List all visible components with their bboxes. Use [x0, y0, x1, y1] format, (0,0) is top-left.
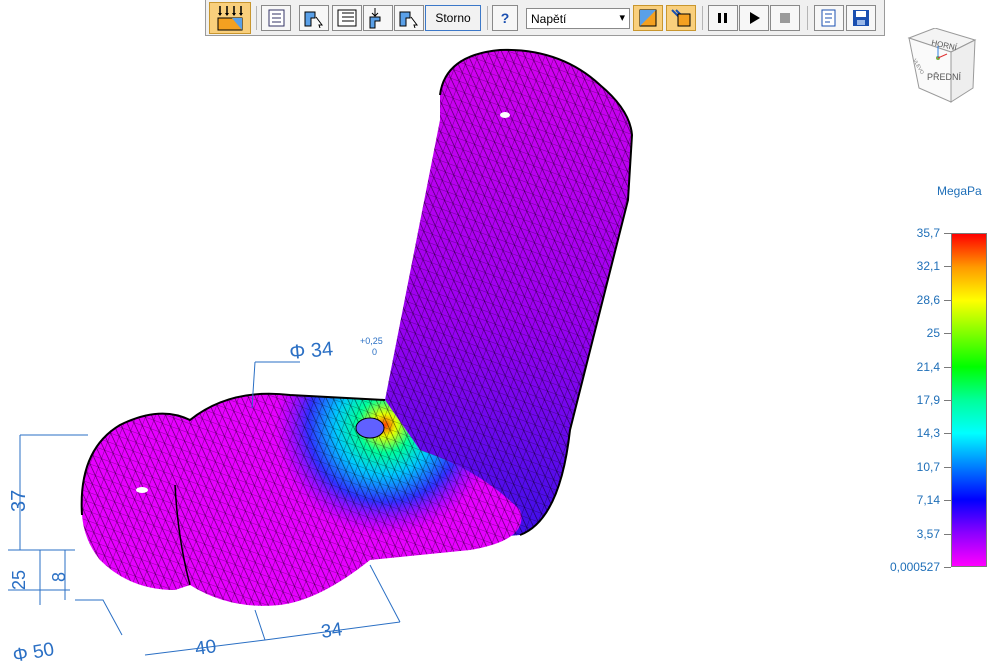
play-icon: [750, 12, 760, 24]
legend-tick-mark: [944, 367, 951, 368]
legend-tick-label: 21,4: [916, 359, 940, 374]
chevron-down-icon: ▾: [619, 12, 625, 24]
view-cube[interactable]: HORNÍ PŘEDNÍ VLEVO: [905, 28, 977, 104]
simulation-toolbar: Storno ? Napětí ▾: [205, 0, 885, 36]
legend-tick-mark: [944, 433, 951, 434]
dim-height: 37: [8, 490, 30, 512]
stop-button[interactable]: [770, 5, 800, 31]
contour-edges-icon: [671, 9, 691, 27]
dim-25: 25: [9, 570, 29, 590]
help-icon: ?: [500, 10, 510, 26]
legend-tick-label: 28,6: [916, 292, 940, 307]
contour-shaded-button[interactable]: [633, 5, 663, 31]
legend-tick-label: 7,14: [916, 493, 940, 508]
result-type-select[interactable]: Napětí ▾: [526, 8, 630, 29]
results-list-button[interactable]: [261, 5, 291, 31]
help-button[interactable]: ?: [492, 5, 518, 31]
probe-cursor-button[interactable]: [394, 5, 424, 31]
storno-button[interactable]: Storno: [425, 5, 481, 31]
legend-tick-label: 0,000527: [889, 560, 940, 574]
pause-button[interactable]: [708, 5, 738, 31]
contour-shaded-icon: [639, 9, 657, 27]
legend-tick-mark: [944, 333, 951, 334]
report-icon: [821, 9, 836, 27]
fixed-constraint-button[interactable]: [363, 5, 393, 31]
legend-color-bar: [951, 233, 987, 567]
play-button[interactable]: [739, 5, 769, 31]
legend-tick-label: 25: [926, 326, 940, 341]
fixed-constraint-icon: [369, 8, 381, 29]
dim-34: 34: [320, 619, 344, 643]
report-button[interactable]: [814, 5, 844, 31]
view-cube-front: PŘEDNÍ: [927, 72, 962, 82]
dim-8: 8: [49, 572, 69, 582]
results-list-icon: [268, 9, 285, 27]
legend-tick-label: 10,7: [916, 459, 940, 474]
legend-tick-mark: [944, 500, 951, 501]
probe-cursor-icon: [399, 11, 418, 28]
legend-tick-mark: [944, 233, 951, 234]
table-button[interactable]: [332, 5, 362, 31]
save-button[interactable]: [846, 5, 876, 31]
legend-tick-label: 3,57: [916, 526, 940, 541]
contour-edges-button[interactable]: [666, 5, 696, 31]
result-type-value: Napětí: [531, 11, 567, 26]
dim-hole-diameter: Φ 34: [289, 338, 335, 364]
legend-tick-mark: [944, 534, 951, 535]
dim-boss-diameter: Φ 50: [11, 639, 56, 667]
legend-tick-label: 32,1: [916, 259, 940, 274]
save-icon: [853, 10, 869, 26]
dim-hole-tol-upper: +0,25: [360, 336, 383, 346]
pause-icon: [718, 13, 727, 23]
legend-tick-mark: [944, 400, 951, 401]
table-icon: [337, 9, 357, 27]
load-arrows-button[interactable]: [209, 2, 251, 34]
legend-tick-mark: [944, 266, 951, 267]
dim-hole-tol-lower: 0: [372, 347, 377, 357]
legend-tick-mark: [944, 567, 951, 568]
legend-unit: MegaPa: [937, 184, 982, 198]
probe-button[interactable]: [299, 5, 329, 31]
dim-40: 40: [194, 636, 218, 660]
legend-tick-mark: [944, 300, 951, 301]
legend-tick-mark: [944, 467, 951, 468]
model-viewport[interactable]: Φ 34 +0,25 0 37 25 8 Φ 50 40 34: [0, 0, 1002, 668]
stop-icon: [780, 13, 790, 23]
load-arrows-icon: [217, 6, 243, 31]
probe-icon: [304, 11, 323, 28]
legend-tick-label: 14,3: [916, 426, 940, 441]
legend-tick-label: 35,7: [916, 226, 940, 240]
legend-tick-label: 17,9: [916, 393, 940, 407]
